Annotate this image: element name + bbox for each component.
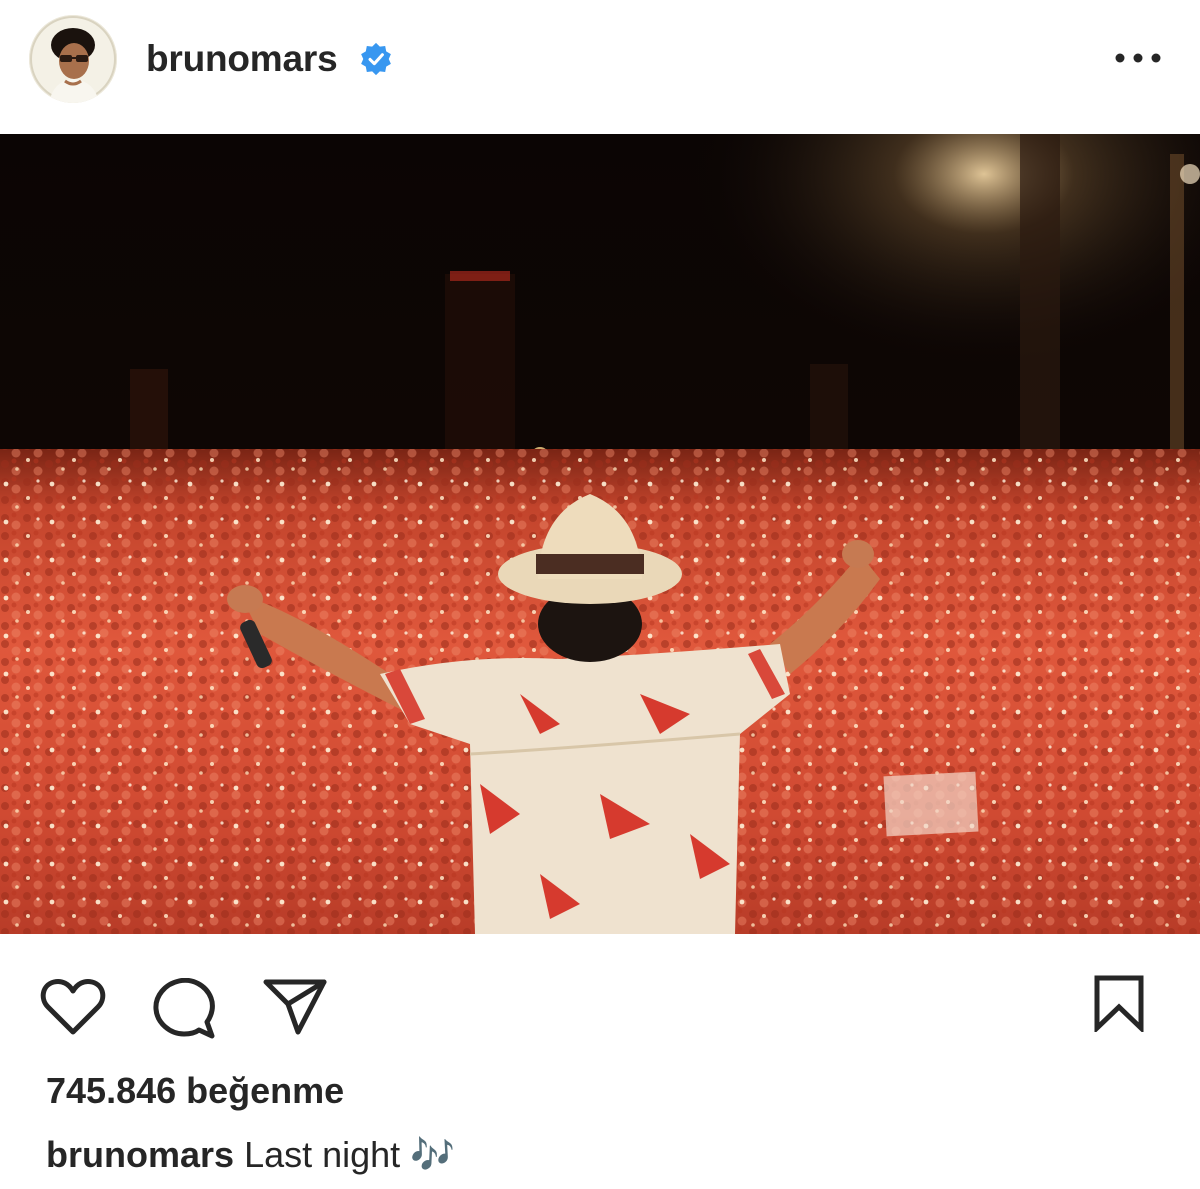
more-options-icon[interactable] (1112, 43, 1164, 73)
heart-icon[interactable] (40, 978, 106, 1036)
post-header: brunomars (0, 0, 1200, 134)
verified-badge-icon (361, 42, 391, 76)
post-username[interactable]: brunomars (146, 38, 338, 80)
bookmark-icon[interactable] (1092, 974, 1146, 1032)
post-actions-bar (0, 934, 1200, 1054)
likes-count[interactable]: 745.846 beğenme (46, 1070, 344, 1112)
profile-avatar[interactable] (29, 15, 117, 103)
send-icon[interactable] (262, 978, 328, 1036)
caption-text: Last night 🎶 (244, 1134, 455, 1175)
caption-username[interactable]: brunomars (46, 1134, 234, 1175)
comment-icon[interactable] (152, 978, 216, 1040)
concert-photo (0, 134, 1200, 934)
avatar-image (29, 15, 117, 103)
post-caption: brunomars Last night 🎶 (46, 1134, 455, 1176)
post-photo[interactable] (0, 134, 1200, 934)
